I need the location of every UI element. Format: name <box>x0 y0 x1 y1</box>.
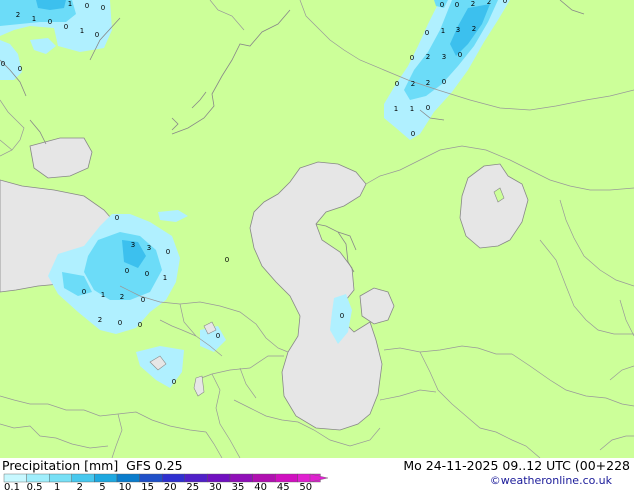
map-label: 3 <box>442 53 446 61</box>
scale-swatch <box>184 473 208 483</box>
map-label: 2 <box>411 80 415 88</box>
precipitation-map: 1 2 1 0 0 1 0 0 0 0 0 0 0 2 2 0 0 1 3 2 … <box>0 0 634 458</box>
map-label: 0 <box>216 332 220 340</box>
map-label: 0 <box>95 31 99 39</box>
map-label: 1 <box>441 27 445 35</box>
map-label: 3 <box>147 244 151 252</box>
map-label: 0 <box>141 296 145 304</box>
map-label: 0 <box>138 321 142 329</box>
scale-swatch <box>207 473 231 483</box>
map-label: 2 <box>426 79 430 87</box>
map-label: 1 <box>68 0 72 8</box>
map-label: 0 <box>145 270 149 278</box>
map-label: 0 <box>48 18 52 26</box>
map-label: 2 <box>426 53 430 61</box>
map-label: 0 <box>172 378 176 386</box>
scale-swatch <box>139 473 163 483</box>
color-scale: 0.1 0.5 1 2 5 10 15 20 25 30 35 40 45 50 <box>3 473 329 491</box>
scale-swatch <box>252 473 276 483</box>
map-label: 2 <box>487 0 491 6</box>
scale-swatch <box>49 473 73 483</box>
map-label: 0 <box>340 312 344 320</box>
map-label: 2 <box>120 293 124 301</box>
scale-swatch <box>116 473 140 483</box>
scale-swatch <box>71 473 95 483</box>
map-label: 0 <box>410 54 414 62</box>
map-label: 0 <box>440 1 444 9</box>
map-label: 0 <box>395 80 399 88</box>
map-label: 1 <box>101 291 105 299</box>
map-label: 1 <box>163 274 167 282</box>
map-label: 0 <box>18 65 22 73</box>
map-label: 0 <box>225 256 229 264</box>
map-label: 3 <box>131 241 135 249</box>
map-label: 0 <box>166 248 170 256</box>
map-label: 0 <box>503 0 507 5</box>
map-label: 2 <box>16 11 20 19</box>
map-label: 0 <box>85 2 89 10</box>
map-label: 0 <box>125 267 129 275</box>
map-label: 0 <box>1 60 5 68</box>
map-label: 0 <box>115 214 119 222</box>
map-label: 1 <box>80 27 84 35</box>
site-credit: ©weatheronline.co.uk <box>489 474 612 487</box>
map-label: 0 <box>458 51 462 59</box>
legend-title-row: Precipitation [mm] GFS 0.25 <box>2 458 183 473</box>
scale-swatch <box>3 473 27 483</box>
map-label: 1 <box>394 105 398 113</box>
map-label: 0 <box>101 4 105 12</box>
map-label: 0 <box>426 104 430 112</box>
scale-swatch <box>26 473 50 483</box>
model-name: GFS 0.25 <box>126 458 183 473</box>
scale-swatch <box>161 473 185 483</box>
map-label: 0 <box>118 319 122 327</box>
map-label: 0 <box>425 29 429 37</box>
map-label: 0 <box>442 78 446 86</box>
scale-swatch <box>275 473 299 483</box>
map-legend: Precipitation [mm] GFS 0.25 Mo 24-11-202… <box>0 458 634 491</box>
forecast-datetime: Mo 24-11-2025 09..12 UTC (00+228 <box>403 458 630 473</box>
map-label: 2 <box>471 0 475 8</box>
map-label: 1 <box>32 15 36 23</box>
legend-title: Precipitation [mm] <box>2 458 119 473</box>
scale-swatch <box>94 473 118 483</box>
map-label: 0 <box>82 288 86 296</box>
map-label: 0 <box>455 1 459 9</box>
map-label: 1 <box>410 105 414 113</box>
scale-swatch <box>229 473 253 483</box>
map-label: 3 <box>456 26 460 34</box>
map-label: 2 <box>472 25 476 33</box>
map-label: 0 <box>64 23 68 31</box>
map-label: 2 <box>98 316 102 324</box>
map-label: 0 <box>411 130 415 138</box>
